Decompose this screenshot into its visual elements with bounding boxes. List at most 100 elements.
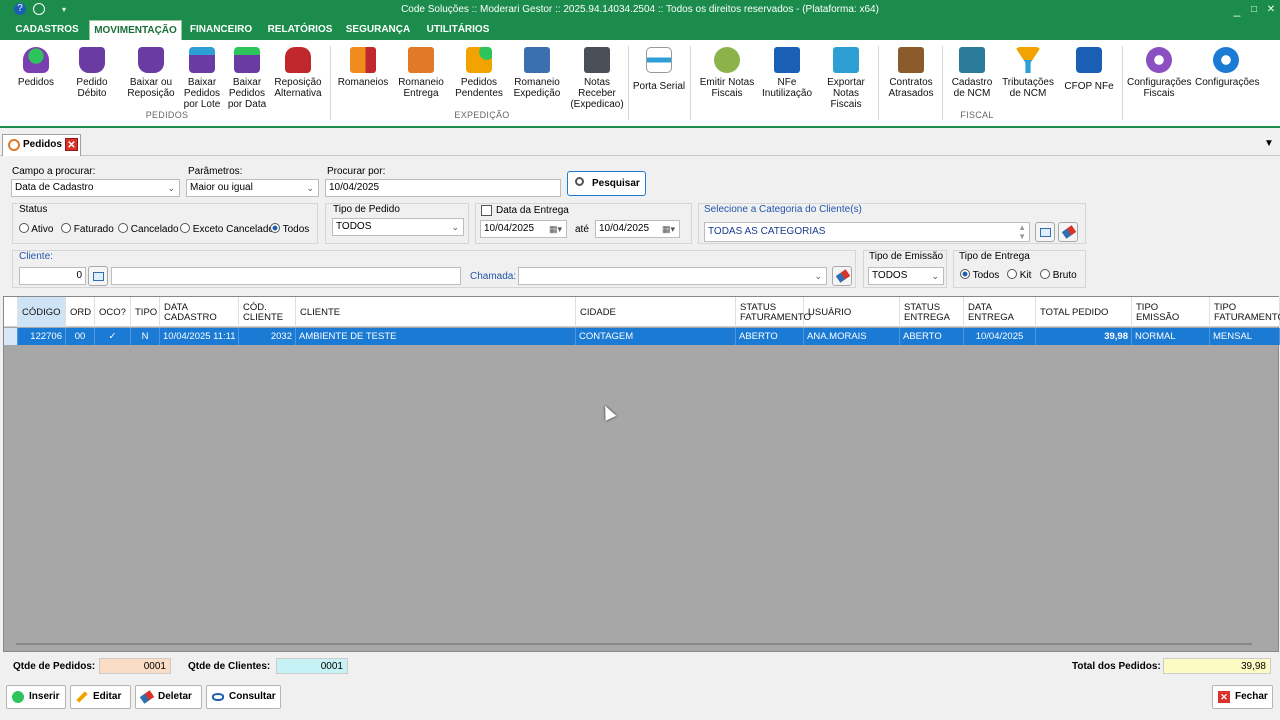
calendar-icon[interactable]: ▦▾ [549,221,562,237]
cell-cidade[interactable]: CONTAGEM [576,328,736,345]
cliente-search-button[interactable] [88,266,108,286]
col-cidade[interactable]: CIDADE [576,297,736,327]
cell-oco-checkbox[interactable]: ✓ [95,328,131,345]
ribbon-baixar-lote-button[interactable]: Baixar Pedidos por Lote [182,44,222,112]
ribbon-romaneio-expedicao-button[interactable]: Romaneio Expedição [512,44,562,112]
menu-movimentacao[interactable]: MOVIMENTAÇÃO [89,20,182,40]
ribbon-cadastro-ncm-button[interactable]: Cadastro de NCM [947,44,997,112]
procurar-input[interactable]: 10/04/2025 [325,179,561,197]
ribbon-config-fiscais-button[interactable]: Configurações Fiscais [1127,44,1191,112]
spin-arrows-icon[interactable]: ▲ ▼ [1018,223,1026,241]
cliente-code-input[interactable]: 0 [19,267,86,285]
col-ord[interactable]: ORD [66,297,95,327]
cell-cod-cliente[interactable]: 2032 [239,328,296,345]
parametros-select[interactable]: Maior ou igual ⌄ [186,179,319,197]
data-ate-input[interactable]: 10/04/2025 ▦▾ [595,220,680,238]
categoria-clear-button[interactable] [1058,222,1078,242]
campo-select[interactable]: Data de Cadastro ⌄ [11,179,180,197]
status-cancelado-radio[interactable]: Cancelado [118,223,179,235]
ribbon-exportar-notas-button[interactable]: Exportar Notas Fiscais [820,44,872,112]
cell-cliente[interactable]: AMBIENTE DE TESTE [296,328,576,345]
cell-ord[interactable]: 00 [66,328,95,345]
status-ativo-radio[interactable]: Ativo [19,223,53,235]
entrega-bruto-radio[interactable]: Bruto [1040,269,1077,281]
cell-codigo[interactable]: 122706 [18,328,66,345]
data-de-input[interactable]: 10/04/2025 ▦▾ [480,220,567,238]
tab-overflow-icon[interactable]: ▼ [1264,138,1274,149]
close-window-button[interactable]: ✕ [1262,2,1280,18]
col-tipo-emissao[interactable]: TIPO EMISSÃO [1132,297,1210,327]
minimize-button[interactable]: _ [1228,2,1246,18]
col-tipo[interactable]: TIPO [131,297,160,327]
categoria-input[interactable]: TODAS AS CATEGORIAS ▲ ▼ [704,222,1030,242]
menu-relatorios[interactable]: RELATÓRIOS [265,20,335,40]
ribbon-reposicao-alternativa-button[interactable]: Reposição Alternativa [272,44,324,112]
entrega-todos-radio[interactable]: Todos [960,269,999,281]
col-cod-cliente[interactable]: CÓD. CLIENTE [239,297,296,327]
cell-tipo[interactable]: N [131,328,160,345]
cell-data-cadastro[interactable]: 10/04/2025 11:11 [160,328,239,345]
ribbon-romaneio-entrega-button[interactable]: Romaneio Entrega [396,44,446,112]
cell-total-pedido[interactable]: 39,98 [1036,328,1132,345]
tipo-pedido-select[interactable]: TODOS ⌄ [332,218,464,236]
ribbon-tributacoes-ncm-button[interactable]: Tributações de NCM [1000,44,1056,112]
cell-status-entrega[interactable]: ABERTO [900,328,964,345]
cell-data-entrega[interactable]: 10/04/2025 [964,328,1036,345]
chamada-clear-button[interactable] [832,266,852,286]
maximize-button[interactable]: □ [1245,2,1263,18]
ribbon-nfe-inutilizacao-button[interactable]: NFe Inutilização [762,44,812,112]
col-codigo[interactable]: CÓDIGO [18,297,66,327]
tipo-emissao-select[interactable]: TODOS ⌄ [868,267,944,285]
menu-financeiro[interactable]: FINANCEIRO [188,20,254,40]
status-exceto-cancelado-radio[interactable]: Exceto Cancelado [180,223,274,235]
inserir-button[interactable]: Inserir [6,685,66,709]
table-row[interactable]: 122706 00 ✓ N 10/04/2025 11:11 2032 AMBI… [4,328,1280,345]
ribbon-cfop-nfe-button[interactable]: CFOP NFe [1062,44,1116,112]
ribbon-emitir-notas-button[interactable]: Emitir Notas Fiscais [697,44,757,112]
ribbon-pedidos-pendentes-button[interactable]: Pedidos Pendentes [454,44,504,112]
categoria-list-button[interactable] [1035,222,1055,242]
status-todos-radio[interactable]: Todos [270,223,309,235]
cell-tipo-faturamento[interactable]: MENSAL [1210,328,1280,345]
fechar-button[interactable]: ✕ Fechar [1212,685,1273,709]
cell-usuario[interactable]: ANA.MORAIS [804,328,900,345]
deletar-button[interactable]: Deletar [135,685,202,709]
close-tab-icon[interactable]: ✕ [65,138,78,151]
ribbon-baixar-data-button[interactable]: Baixar Pedidos por Data [227,44,267,112]
entrega-kit-radio[interactable]: Kit [1007,269,1031,281]
col-total-pedido[interactable]: TOTAL PEDIDO [1036,297,1132,327]
ribbon-pedidos-button[interactable]: Pedidos [12,44,60,112]
cliente-name-input[interactable] [111,267,461,285]
data-entrega-checkbox[interactable] [481,205,492,216]
col-cliente[interactable]: CLIENTE [296,297,576,327]
horizontal-scrollbar[interactable] [16,643,1252,645]
editar-button[interactable]: Editar [70,685,131,709]
col-data-cadastro[interactable]: DATA CADASTRO [160,297,239,327]
ribbon-romaneios-button[interactable]: Romaneios [337,44,389,112]
menu-seguranca[interactable]: SEGURANÇA [345,20,411,40]
pesquisar-button[interactable]: Pesquisar [567,171,646,196]
ribbon-configuracoes-button[interactable]: Configurações [1195,44,1259,112]
consultar-button[interactable]: Consultar [206,685,281,709]
status-faturado-radio[interactable]: Faturado [61,223,114,235]
col-tipo-faturamento[interactable]: TIPO FATURAMENTO [1210,297,1280,327]
tab-pedidos[interactable]: Pedidos ✕ [2,134,81,156]
col-status-faturamento[interactable]: STATUS FATURAMENTO [736,297,811,327]
chamada-select[interactable]: ⌄ [518,267,827,285]
menu-cadastros[interactable]: CADASTROS [13,20,81,40]
col-usuario[interactable]: USUÁRIO [804,297,900,327]
menu-utilitarios[interactable]: UTILITÁRIOS [423,20,493,40]
ribbon-notas-receber-button[interactable]: Notas Receber (Expedicao) [570,44,624,112]
col-status-entrega[interactable]: STATUS ENTREGA [900,297,964,327]
col-data-entrega[interactable]: DATA ENTREGA [964,297,1036,327]
col-oco[interactable]: OCO? [95,297,131,327]
truck-icon [350,47,376,73]
ribbon-pedido-debito-button[interactable]: Pedido Débito [68,44,116,112]
ribbon-porta-serial-button[interactable]: Porta Serial [632,44,686,112]
cell-tipo-emissao[interactable]: NORMAL [1132,328,1210,345]
calendar-icon[interactable]: ▦▾ [662,221,675,237]
ribbon-baixar-reposicao-button[interactable]: Baixar ou Reposição [125,44,177,112]
cell-status-faturamento[interactable]: ABERTO [736,328,804,345]
ribbon-contratos-atrasados-button[interactable]: Contratos Atrasados [884,44,938,112]
basket-download-icon [189,47,215,73]
